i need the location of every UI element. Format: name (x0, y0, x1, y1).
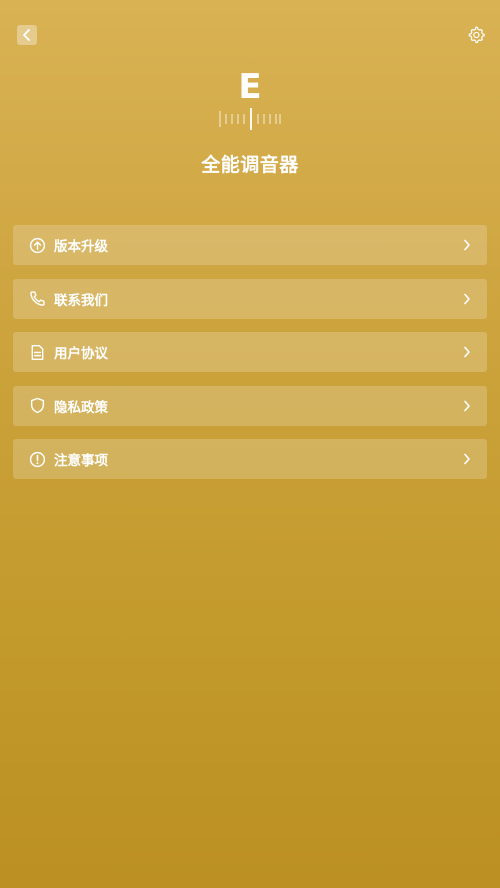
settings-menu: 版本升级 联系我们 用户协议 隐私政策 注意事项 (13, 225, 487, 493)
chevron-right-icon (461, 346, 473, 358)
alert-icon (28, 450, 46, 468)
menu-item-user-agreement[interactable]: 用户协议 (13, 332, 487, 372)
chevron-left-icon (23, 29, 30, 41)
menu-item-version-upgrade[interactable]: 版本升级 (13, 225, 487, 265)
app-logo: E (0, 68, 500, 130)
app-title: 全能调音器 (201, 154, 299, 176)
logo-note-letter: E (238, 67, 262, 107)
document-icon (28, 343, 46, 361)
shield-icon (28, 397, 46, 415)
chevron-right-icon (461, 293, 473, 305)
upgrade-icon (28, 236, 46, 254)
menu-item-label: 联系我们 (54, 292, 108, 309)
menu-item-label: 注意事项 (54, 453, 108, 469)
chevron-right-icon (461, 453, 473, 465)
back-button[interactable] (17, 25, 37, 45)
tuner-scale-icon (219, 108, 281, 130)
menu-item-notes[interactable]: 注意事项 (13, 439, 487, 479)
menu-item-privacy-policy[interactable]: 隐私政策 (13, 385, 487, 426)
chevron-right-icon (461, 239, 473, 251)
gear-icon (468, 26, 485, 44)
settings-button[interactable] (466, 25, 486, 45)
menu-item-label: 用户协议 (54, 346, 108, 362)
menu-item-label: 隐私政策 (54, 399, 108, 416)
phone-icon (28, 290, 46, 308)
menu-item-contact-us[interactable]: 联系我们 (13, 278, 487, 319)
menu-item-label: 版本升级 (54, 239, 108, 255)
chevron-right-icon (461, 400, 473, 412)
